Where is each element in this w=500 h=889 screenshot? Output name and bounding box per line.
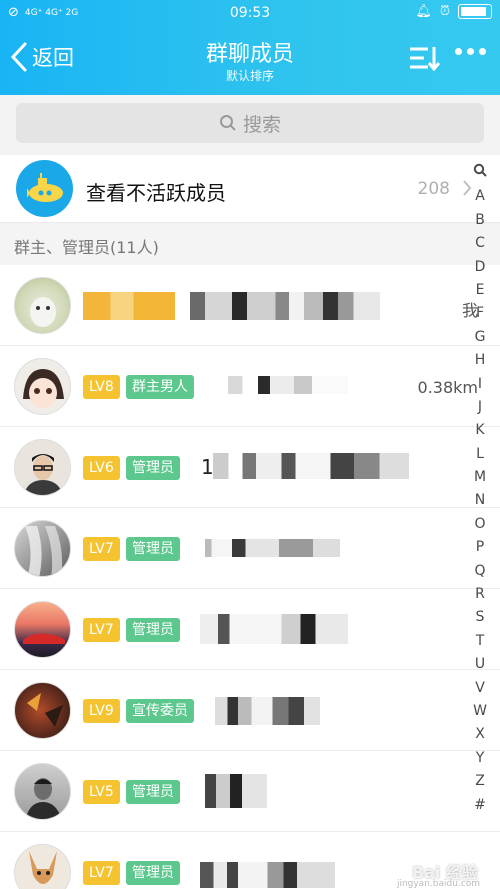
watermark-url: jingyan.baidu.com — [396, 879, 480, 889]
role-badge: 管理员 — [126, 618, 180, 642]
index-letter[interactable]: C — [475, 232, 485, 255]
name-mosaic — [200, 614, 348, 644]
member-list: 我 LV8 群主男人 0.38km LV6 管理员 1 LV7 管理员 LV7 — [0, 265, 500, 889]
mute-icon: 🔔︎ — [415, 4, 432, 19]
index-letter[interactable]: N — [475, 489, 485, 512]
section-header: 群主、管理员(11人) — [0, 223, 500, 265]
member-row[interactable]: LV5 管理员 — [0, 751, 500, 832]
alarm-icon: ⏰︎ — [439, 4, 450, 19]
index-letter[interactable]: Q — [474, 560, 485, 583]
avatar — [14, 439, 71, 496]
search-area: 搜索 — [0, 95, 500, 155]
level-badge: LV9 — [83, 699, 120, 723]
role-badge: 宣传委员 — [126, 699, 194, 723]
index-letter[interactable]: L — [476, 443, 484, 466]
level-badge: LV6 — [83, 456, 120, 480]
member-row[interactable]: LV8 群主男人 0.38km — [0, 346, 500, 427]
role-badge: 群主男人 — [126, 375, 194, 399]
role-badge: 管理员 — [126, 861, 180, 885]
battery-level — [461, 7, 487, 16]
member-row[interactable]: LV9 宣传委员 — [0, 670, 500, 751]
index-letter[interactable]: X — [475, 723, 485, 746]
search-placeholder: 搜索 — [242, 113, 281, 136]
name-mosaic — [83, 292, 175, 320]
inactive-members-label: 查看不活跃成员 — [86, 181, 226, 205]
level-badge: LV5 — [83, 780, 120, 804]
index-letter[interactable]: H — [475, 349, 486, 372]
index-letter[interactable]: W — [473, 700, 487, 723]
level-badge: LV7 — [83, 861, 120, 885]
index-letter[interactable]: K — [475, 419, 484, 442]
index-letter[interactable]: P — [476, 536, 484, 559]
role-badge: 管理员 — [126, 537, 180, 561]
name-mosaic — [205, 539, 340, 557]
index-letter[interactable]: B — [475, 209, 485, 232]
member-row[interactable]: LV7 管理员 — [0, 508, 500, 589]
index-search-icon[interactable] — [473, 162, 487, 185]
index-letter[interactable]: O — [474, 513, 485, 536]
level-badge: LV7 — [83, 537, 120, 561]
index-letter[interactable]: T — [476, 630, 485, 653]
index-letter[interactable]: J — [478, 396, 482, 419]
avatar — [14, 682, 71, 739]
index-letter[interactable]: # — [474, 794, 486, 817]
search-input[interactable]: 搜索 — [16, 103, 484, 143]
member-row[interactable]: 我 — [0, 265, 500, 346]
index-letter[interactable]: E — [476, 279, 485, 302]
index-letter[interactable]: I — [478, 373, 482, 396]
index-letter[interactable]: D — [475, 256, 486, 279]
alphabet-index[interactable]: A B C D E F G H I J K L M N O P Q R S T U V W X Y Z # — [468, 162, 492, 817]
name-mosaic — [228, 376, 348, 394]
role-badge: 管理员 — [126, 456, 180, 480]
search-icon — [219, 115, 236, 131]
name-mosaic — [190, 292, 380, 320]
submarine-icon — [16, 160, 73, 217]
avatar — [14, 358, 71, 415]
name-mosaic — [200, 862, 335, 888]
status-right: 🔔︎ ⏰︎ — [415, 4, 492, 19]
status-bar: ⊘ 4G⁺ 4G⁺ 2G 09:53 🔔︎ ⏰︎ — [0, 0, 500, 28]
inactive-members-row[interactable]: 查看不活跃成员 208 — [0, 155, 500, 223]
level-badge: LV7 — [83, 618, 120, 642]
level-badge: LV8 — [83, 375, 120, 399]
index-letter[interactable]: Z — [475, 770, 485, 793]
index-letter[interactable]: S — [476, 606, 485, 629]
member-row[interactable]: LV6 管理员 1 — [0, 427, 500, 508]
index-letter[interactable]: U — [475, 653, 485, 676]
index-letter[interactable]: Y — [476, 747, 485, 770]
name-mosaic — [213, 453, 409, 479]
index-letter[interactable]: A — [475, 185, 485, 208]
header-bar: ⊘ 4G⁺ 4G⁺ 2G 09:53 🔔︎ ⏰︎ 返回 群聊成员 默认排序 — [0, 0, 500, 95]
index-letter[interactable]: M — [474, 466, 486, 489]
index-letter[interactable]: R — [475, 583, 485, 606]
member-row[interactable]: LV7 管理员 — [0, 589, 500, 670]
avatar — [14, 277, 71, 334]
sort-icon[interactable] — [408, 44, 440, 72]
battery-icon — [458, 4, 492, 19]
avatar — [14, 601, 71, 658]
index-letter[interactable]: G — [475, 326, 486, 349]
avatar — [14, 844, 71, 889]
avatar — [14, 763, 71, 820]
index-letter[interactable]: F — [476, 302, 484, 325]
index-letter[interactable]: V — [475, 677, 485, 700]
name-mosaic — [215, 697, 320, 725]
more-button[interactable] — [455, 48, 486, 55]
member-name: 1 — [201, 455, 214, 479]
inactive-members-count: 208 — [417, 179, 450, 199]
name-mosaic — [205, 774, 267, 808]
avatar — [14, 520, 71, 577]
role-badge: 管理员 — [126, 780, 180, 804]
